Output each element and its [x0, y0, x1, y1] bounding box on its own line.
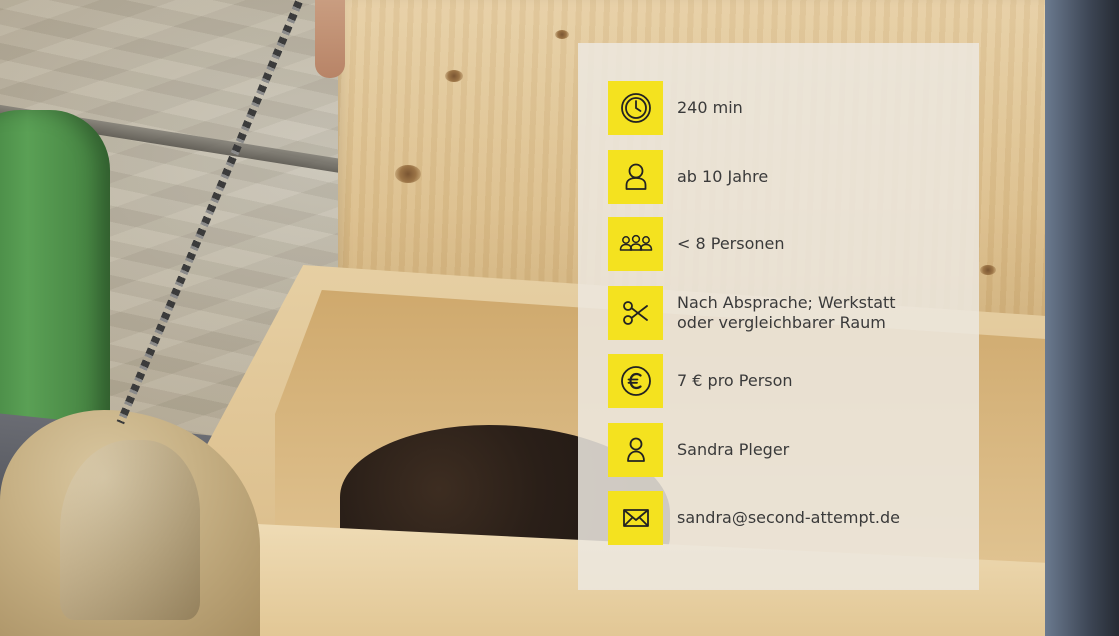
- info-row-age: ab 10 Jahre: [608, 150, 968, 204]
- contact-person-icon: [608, 423, 663, 477]
- info-row-contact: Sandra Pleger: [608, 423, 968, 477]
- clock-icon: [608, 81, 663, 135]
- info-card: 240 min ab 10 Jahre < 8 Personen Nach Ab…: [578, 43, 979, 590]
- group-size-label: < 8 Personen: [677, 234, 785, 253]
- duration-label: 240 min: [677, 98, 743, 117]
- group-icon: [608, 217, 663, 271]
- scissors-icon: [608, 286, 663, 340]
- workshop-info-slide: 240 min ab 10 Jahre < 8 Personen Nach Ab…: [0, 0, 1119, 636]
- info-row-location: Nach Absprache; Werkstatt oder vergleich…: [608, 286, 968, 340]
- euro-icon: [608, 354, 663, 408]
- age-label: ab 10 Jahre: [677, 167, 769, 186]
- info-row-price: 7 € pro Person: [608, 354, 968, 408]
- location-label: Nach Absprache; Werkstatt oder vergleich…: [677, 293, 896, 332]
- info-row-email: sandra@second-attempt.de: [608, 491, 968, 545]
- info-row-group-size: < 8 Personen: [608, 217, 968, 271]
- contact-name-label: Sandra Pleger: [677, 440, 790, 459]
- envelope-icon: [608, 491, 663, 545]
- price-label: 7 € pro Person: [677, 371, 793, 390]
- person-icon: [608, 150, 663, 204]
- email-link[interactable]: sandra@second-attempt.de: [677, 508, 900, 528]
- info-row-duration: 240 min: [608, 81, 968, 135]
